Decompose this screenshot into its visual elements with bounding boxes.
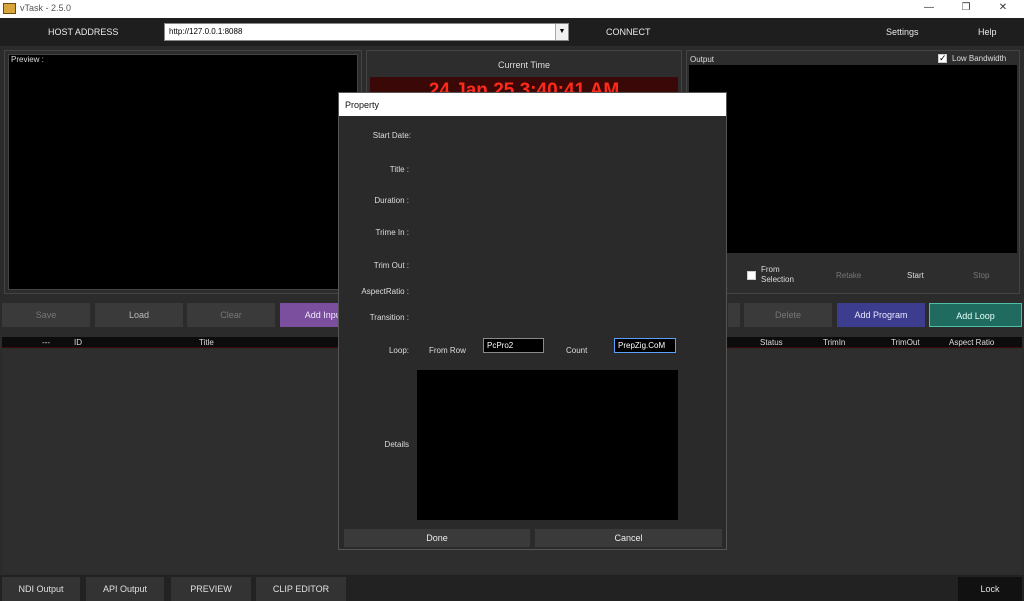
clock-display: 24 Jan 25 3:40:41 AM [370, 77, 678, 93]
start-button[interactable]: Start [907, 271, 924, 280]
transition-label: Transition : [369, 313, 409, 322]
minimize-icon[interactable]: — [921, 1, 937, 15]
restore-icon[interactable]: ❐ [958, 1, 974, 15]
trim-out-label: Trim Out : [373, 261, 409, 270]
details-label: Details [384, 440, 409, 449]
column-header-trimout[interactable]: TrimOut [891, 338, 920, 347]
save-button[interactable]: Save [2, 303, 90, 327]
from-selection-label: From Selection [761, 265, 794, 284]
output-label: Output [690, 55, 715, 64]
from-selection-checkbox[interactable] [747, 271, 756, 280]
low-bandwidth-checkbox[interactable] [938, 53, 947, 64]
stop-button[interactable]: Stop [973, 271, 989, 280]
clock-panel: Current Time 24 Jan 25 3:40:41 AM [366, 50, 682, 94]
hidden-button[interactable] [728, 303, 740, 327]
retake-button[interactable]: Retake [836, 271, 861, 280]
output-video [689, 65, 1017, 253]
add-loop-button[interactable]: Add Loop [929, 303, 1022, 327]
trim-in-label: Trime In : [375, 228, 409, 237]
preview-video [8, 54, 358, 290]
chevron-down-icon[interactable]: ▼ [555, 24, 568, 40]
tab-preview[interactable]: PREVIEW [171, 577, 251, 601]
low-bandwidth-label: Low Bandwidth [952, 54, 1007, 63]
window-title: vTask - 2.5.0 [20, 3, 72, 13]
window-title-bar: vTask - 2.5.0 — ❐ ✕ [0, 0, 1024, 18]
title-label: Title : [389, 165, 409, 174]
host-address-input[interactable]: http://127.0.0.1:8088 ▼ [164, 23, 569, 41]
preview-label: Preview : [11, 55, 44, 64]
table-header-right: Status TrimIn TrimOut Aspect Ratio [727, 337, 1022, 348]
delete-button[interactable]: Delete [744, 303, 832, 327]
close-icon[interactable]: ✕ [995, 1, 1011, 15]
tab-clip-editor[interactable]: CLIP EDITOR [256, 577, 346, 601]
column-header-dash[interactable]: --- [42, 338, 50, 347]
count-input[interactable]: PrepZig.CoM [614, 338, 676, 353]
help-menu[interactable]: Help [978, 27, 997, 37]
from-row-label: From Row [429, 346, 466, 355]
table-header-left: --- ID Title [2, 337, 340, 348]
loop-label: Loop: [388, 346, 409, 355]
dialog-title: Property [339, 93, 726, 116]
column-header-id[interactable]: ID [74, 338, 82, 347]
host-address-label: HOST ADDRESS [48, 27, 119, 37]
tab-api-output[interactable]: API Output [86, 577, 164, 601]
start-date-label: Start Date: [372, 131, 411, 140]
column-header-aspect-ratio[interactable]: Aspect Ratio [949, 338, 994, 347]
duration-label: Duration : [374, 196, 409, 205]
lock-button[interactable]: Lock [958, 577, 1022, 601]
preview-panel: Preview : [4, 50, 362, 294]
clear-button[interactable]: Clear [187, 303, 275, 327]
add-program-button[interactable]: Add Program [837, 303, 925, 327]
cancel-button[interactable]: Cancel [535, 529, 722, 547]
details-textarea[interactable] [417, 370, 678, 520]
settings-menu[interactable]: Settings [886, 27, 919, 37]
from-row-input[interactable]: PcPro2 [483, 338, 544, 353]
column-header-status[interactable]: Status [760, 338, 783, 347]
column-header-trimin[interactable]: TrimIn [823, 338, 845, 347]
column-header-title[interactable]: Title [199, 338, 214, 347]
host-address-value: http://127.0.0.1:8088 [169, 27, 243, 36]
app-icon [3, 3, 16, 14]
property-dialog: Property Start Date: Title : Duration : … [338, 92, 727, 550]
tab-ndi-output[interactable]: NDI Output [2, 577, 80, 601]
connect-button[interactable]: CONNECT [606, 27, 651, 37]
output-panel: Output Low Bandwidth From Selection Reta… [686, 50, 1020, 294]
count-label: Count [566, 346, 588, 355]
load-button[interactable]: Load [95, 303, 183, 327]
done-button[interactable]: Done [344, 529, 530, 547]
aspect-ratio-label: AspectRatio : [361, 287, 409, 296]
current-time-label: Current Time [497, 60, 550, 70]
